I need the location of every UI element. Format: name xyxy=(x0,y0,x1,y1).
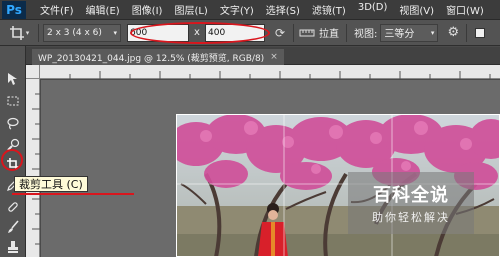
view-overlay-value: 三等分 xyxy=(384,29,415,40)
separator xyxy=(346,23,347,42)
menu-image[interactable]: 图像(I) xyxy=(128,2,167,17)
menu-filter[interactable]: 滤镜(T) xyxy=(308,2,350,17)
menu-3d[interactable]: 3D(D) xyxy=(354,2,392,17)
menu-layer[interactable]: 图层(L) xyxy=(170,2,211,17)
annotation-circle xyxy=(1,149,23,171)
ratio-select[interactable]: 2 x 3 (4 x 6) ▾ xyxy=(43,23,121,42)
document-tab-title: WP_20130421_044.jpg @ 12.5% (裁剪预览, RGB/8… xyxy=(38,53,265,64)
crop-tool-preset[interactable]: ▾ xyxy=(4,22,34,44)
straighten-icon[interactable] xyxy=(298,24,316,42)
view-overlay-select[interactable]: 三等分 ▾ xyxy=(380,23,439,42)
vertical-ruler xyxy=(26,79,40,257)
ruler-ticks xyxy=(32,93,40,245)
close-icon[interactable]: × xyxy=(270,52,278,62)
chevron-down-icon: ▾ xyxy=(113,28,117,37)
stamp-icon[interactable] xyxy=(3,238,23,256)
menu-select[interactable]: 选择(S) xyxy=(262,2,304,17)
watermark-subtitle: 助你轻松解决 xyxy=(372,211,450,224)
menu-window[interactable]: 窗口(W) xyxy=(442,2,488,17)
annotation-ellipse xyxy=(130,22,270,44)
straighten-button[interactable]: 拉直 xyxy=(319,25,339,40)
crop-tool-tooltip: 裁剪工具 (C) xyxy=(14,176,88,192)
menu-type[interactable]: 文字(Y) xyxy=(216,2,258,17)
move-icon[interactable] xyxy=(3,70,23,88)
ruler-ticks xyxy=(69,71,491,79)
document-tab[interactable]: WP_20130421_044.jpg @ 12.5% (裁剪预览, RGB/8… xyxy=(32,49,284,65)
chevron-down-icon: ▾ xyxy=(25,28,30,37)
annotation-underline xyxy=(12,193,134,195)
delete-cropped-checkbox[interactable] xyxy=(471,24,489,42)
separator xyxy=(38,23,39,42)
crop-icon xyxy=(9,25,24,40)
photoshop-logo: Ps xyxy=(2,0,26,19)
separator xyxy=(466,23,468,42)
menu-file[interactable]: 文件(F) xyxy=(36,2,78,17)
healing-icon[interactable] xyxy=(3,198,23,216)
gear-icon[interactable]: ⚙ xyxy=(444,24,462,42)
watermark: 百科全说 助你轻松解决 xyxy=(348,172,474,234)
watermark-title: 百科全说 xyxy=(373,185,449,206)
marquee-icon[interactable] xyxy=(3,92,23,110)
menu-edit[interactable]: 编辑(E) xyxy=(82,2,124,17)
document-tab-bar: WP_20130421_044.jpg @ 12.5% (裁剪预览, RGB/8… xyxy=(26,47,500,65)
menu-view[interactable]: 视图(V) xyxy=(395,2,438,17)
menu-bar: Ps 文件(F) 编辑(E) 图像(I) 图层(L) 文字(Y) 选择(S) 滤… xyxy=(0,0,500,20)
chevron-down-icon: ▾ xyxy=(430,28,435,37)
horizontal-ruler xyxy=(40,65,500,79)
separator xyxy=(293,23,294,42)
brush-icon[interactable] xyxy=(3,218,23,236)
rotate-icon[interactable]: ⟳ xyxy=(271,24,289,42)
view-label: 视图: xyxy=(354,29,378,40)
lasso-icon[interactable] xyxy=(3,114,23,132)
menu-items: 文件(F) 编辑(E) 图像(I) 图层(L) 文字(Y) 选择(S) 滤镜(T… xyxy=(36,2,492,17)
ratio-value: 2 x 3 (4 x 6) xyxy=(47,27,102,38)
ruler-corner xyxy=(26,65,40,79)
